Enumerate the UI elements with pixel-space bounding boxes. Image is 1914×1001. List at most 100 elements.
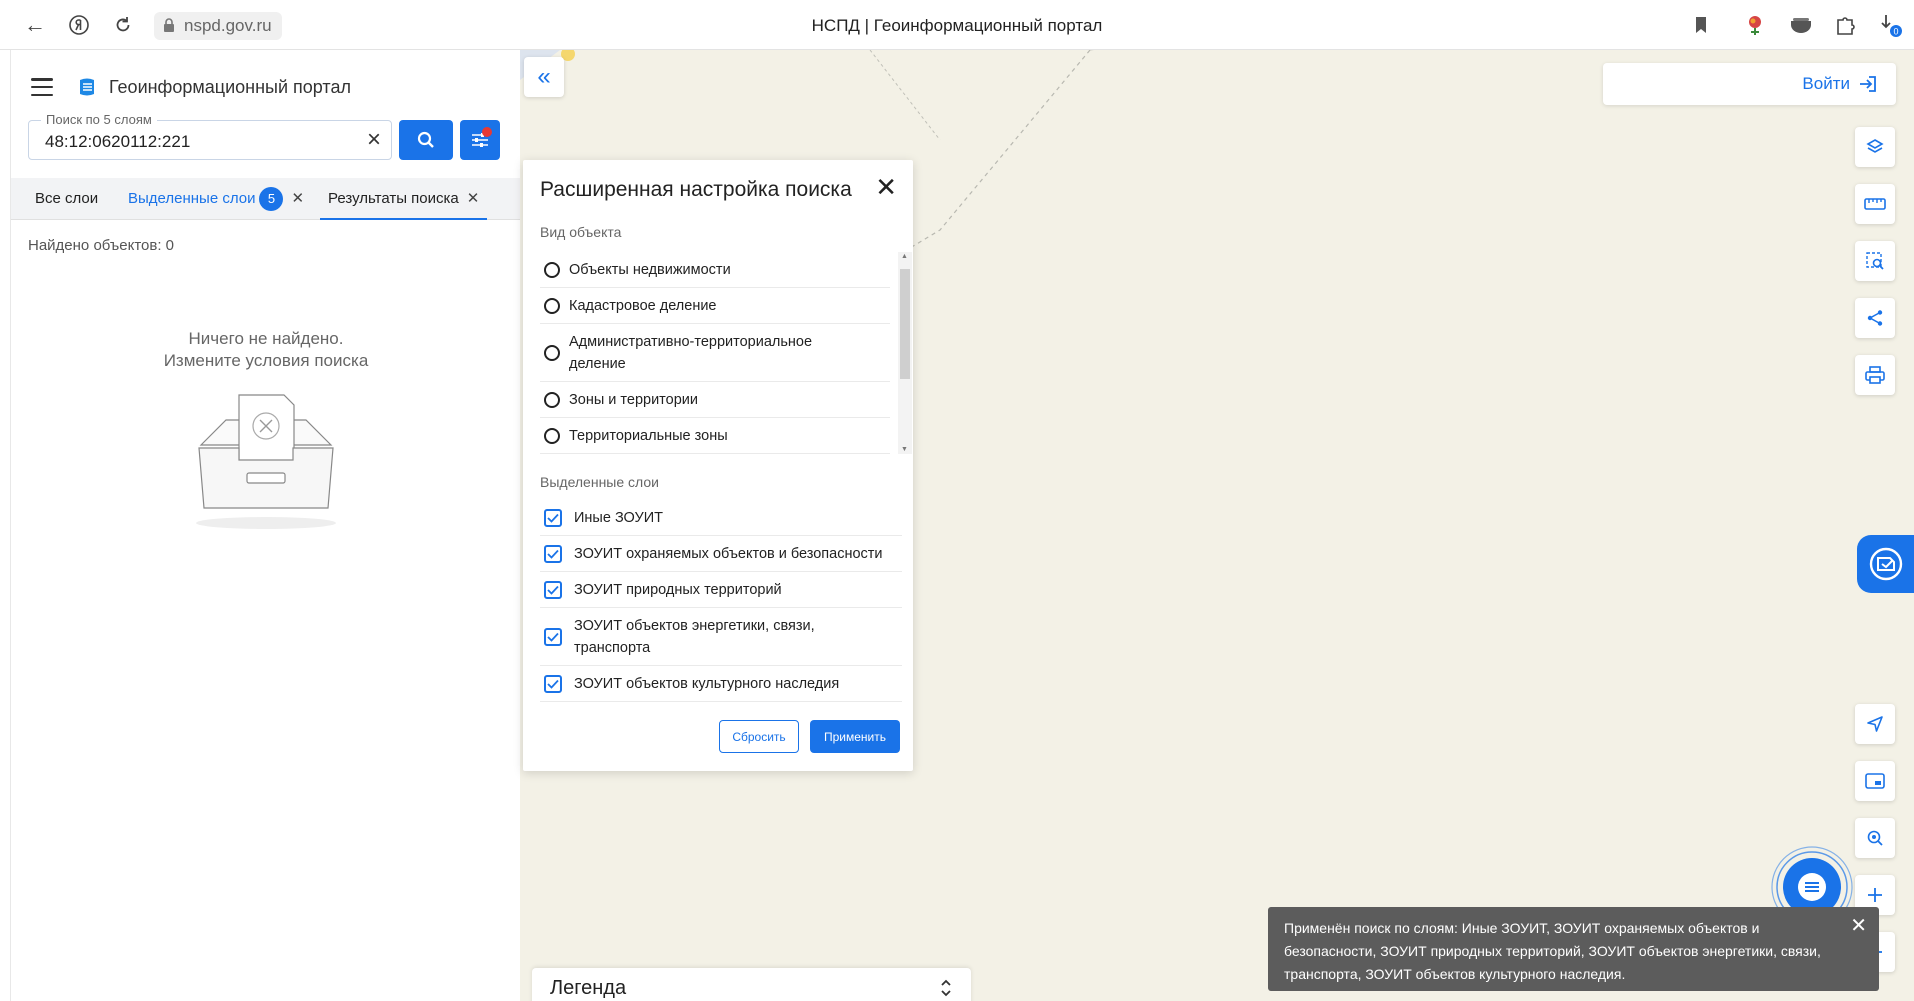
minimap-icon [1865, 773, 1885, 789]
address-bar[interactable]: nspd.gov.ru [154, 12, 282, 40]
close-icon[interactable]: ✕ [875, 174, 897, 200]
checkbox-checked[interactable] [544, 544, 562, 563]
radio-button[interactable] [544, 344, 560, 361]
selected-layers-list: Иные ЗОУИТ ЗОУИТ охраняемых объектов и б… [540, 500, 902, 702]
area-select-button[interactable] [1855, 241, 1895, 281]
scrollbar-thumb[interactable] [900, 269, 910, 379]
radio-object-type[interactable]: Объекты недвижимости [540, 252, 890, 288]
login-button[interactable]: Войти [1603, 63, 1896, 105]
assistant-button[interactable] [1857, 535, 1914, 593]
object-type-label: Вид объекта [540, 224, 622, 240]
tab-label: Выделенные слои [128, 190, 256, 207]
reload-icon[interactable] [108, 10, 138, 40]
radio-label: Зоны и территории [569, 391, 698, 408]
apply-button[interactable]: Применить [810, 720, 900, 753]
tab-selected-layers[interactable]: Выделенные слои 5 ✕ [128, 178, 304, 220]
radio-button[interactable] [544, 427, 560, 444]
checkbox-checked[interactable] [544, 674, 562, 693]
print-button[interactable] [1855, 355, 1895, 395]
share-button[interactable] [1855, 298, 1895, 338]
tab-label: Результаты поиска [328, 190, 459, 207]
radio-object-type[interactable]: Территориальные зоны [540, 418, 890, 454]
checkbox-label: Иные ЗОУИТ [574, 509, 663, 526]
downloads-icon[interactable]: 0 [1876, 10, 1906, 40]
clear-icon[interactable]: × [363, 128, 385, 152]
checkbox-checked[interactable] [544, 508, 562, 527]
assistant-icon [1869, 547, 1902, 581]
radio-button[interactable] [544, 297, 560, 314]
menu-icon[interactable] [31, 78, 53, 96]
legend-label: Легенда [550, 976, 627, 999]
close-icon[interactable]: ✕ [1850, 915, 1867, 938]
tab-search-results[interactable]: Результаты поиска ✕ [320, 178, 488, 220]
radio-object-type[interactable]: Зоны и территории [540, 382, 890, 418]
extension-rose-icon[interactable] [1740, 10, 1770, 40]
layer-checkbox-item[interactable]: Иные ЗОУИТ [540, 500, 902, 536]
geo-search-button[interactable] [1855, 818, 1895, 858]
list-scrollbar[interactable]: ▲ ▼ [898, 252, 912, 454]
ruler-icon [1864, 198, 1886, 210]
layers-icon [1866, 139, 1884, 153]
downloads-badge: 0 [1893, 27, 1898, 37]
scroll-down-icon[interactable]: ▼ [901, 446, 908, 453]
expand-collapse-icon[interactable] [939, 978, 953, 998]
portal-title: Геоинформационный портал [109, 76, 351, 97]
reset-button[interactable]: Сбросить [719, 720, 799, 753]
object-type-list: Объекты недвижимости Кадастровое деление… [540, 252, 912, 454]
bookmark-icon[interactable] [1686, 10, 1716, 40]
login-icon [1860, 76, 1876, 92]
radio-button[interactable] [544, 261, 560, 278]
filter-settings-button[interactable] [460, 120, 500, 160]
portal-logo-icon [80, 78, 94, 96]
layer-checkbox-item[interactable]: ЗОУИТ охраняемых объектов и безопасности [540, 536, 902, 572]
layer-checkbox-item[interactable]: ЗОУИТ природных территорий [540, 572, 902, 608]
app-root: ← nspd.gov.ru НСПД | Геоинформационный п… [0, 0, 1914, 1001]
empty-state-title: Ничего не найдено. [188, 329, 344, 348]
scroll-up-icon[interactable]: ▲ [901, 253, 908, 260]
layer-checkbox-item[interactable]: ЗОУИТ объектов энергетики, связи, трансп… [540, 608, 902, 666]
page-title: НСПД | Геоинформационный портал [811, 16, 1103, 35]
radio-button[interactable] [544, 391, 560, 408]
back-arrow-icon[interactable]: ← [20, 10, 50, 40]
yandex-icon[interactable] [64, 10, 94, 40]
checkbox-checked[interactable] [544, 627, 562, 646]
checkbox-label: ЗОУИТ объектов культурного наследия [574, 675, 840, 692]
share-icon [1867, 310, 1883, 326]
search-field-label: Поиск по 5 слоям [41, 112, 157, 127]
search-field[interactable]: Поиск по 5 слоям × [28, 112, 392, 160]
navigation-icon [1867, 716, 1883, 732]
select-area-icon [1866, 252, 1884, 270]
selected-layers-label: Выделенные слои [540, 474, 659, 490]
radio-label: Территориальные зоны [569, 427, 728, 444]
empty-state-hint: Измените условия поиска [163, 351, 369, 370]
dialog-title: Расширенная настройка поиска [540, 178, 852, 201]
collapse-panel-button[interactable]: « [524, 57, 564, 97]
tab-bar: Все слои Выделенные слои 5 ✕ Результаты по… [11, 178, 521, 220]
extension-shield-icon[interactable] [1786, 10, 1816, 40]
extension-puzzle-icon[interactable] [1830, 10, 1860, 40]
panel-header: Геоинформационный портал [31, 62, 351, 112]
radio-label: Объекты недвижимости [569, 261, 731, 278]
locate-button[interactable] [1855, 704, 1895, 744]
close-icon[interactable]: ✕ [467, 178, 480, 220]
measure-button[interactable] [1855, 184, 1895, 224]
tab-all-layers[interactable]: Все слои [35, 178, 98, 220]
checkbox-checked[interactable] [544, 580, 562, 599]
filter-active-dot [482, 127, 492, 137]
radio-object-type[interactable]: Административно-территориальное деление [540, 324, 890, 382]
tab-label: Все слои [35, 190, 99, 207]
radio-object-type[interactable]: Кадастровое деление [540, 288, 890, 324]
layers-button[interactable] [1855, 127, 1895, 167]
browser-toolbar: ← nspd.gov.ru НСПД | Геоинформационный п… [0, 0, 1914, 50]
advanced-search-dialog: Расширенная настройка поиска ✕ Вид объек… [523, 160, 913, 771]
minimap-button[interactable] [1855, 761, 1895, 801]
close-icon[interactable]: ✕ [291, 178, 304, 220]
radio-label: Кадастровое деление [569, 297, 717, 314]
checkbox-label: ЗОУИТ охраняемых объектов и безопасности [574, 545, 883, 562]
layer-checkbox-item[interactable]: ЗОУИТ объектов культурного наследия [540, 666, 902, 702]
legend-panel[interactable]: Легенда [532, 968, 971, 1001]
search-input[interactable] [45, 132, 345, 152]
search-button[interactable] [399, 120, 453, 160]
search-icon [417, 131, 434, 148]
empty-inbox-icon [196, 394, 336, 529]
